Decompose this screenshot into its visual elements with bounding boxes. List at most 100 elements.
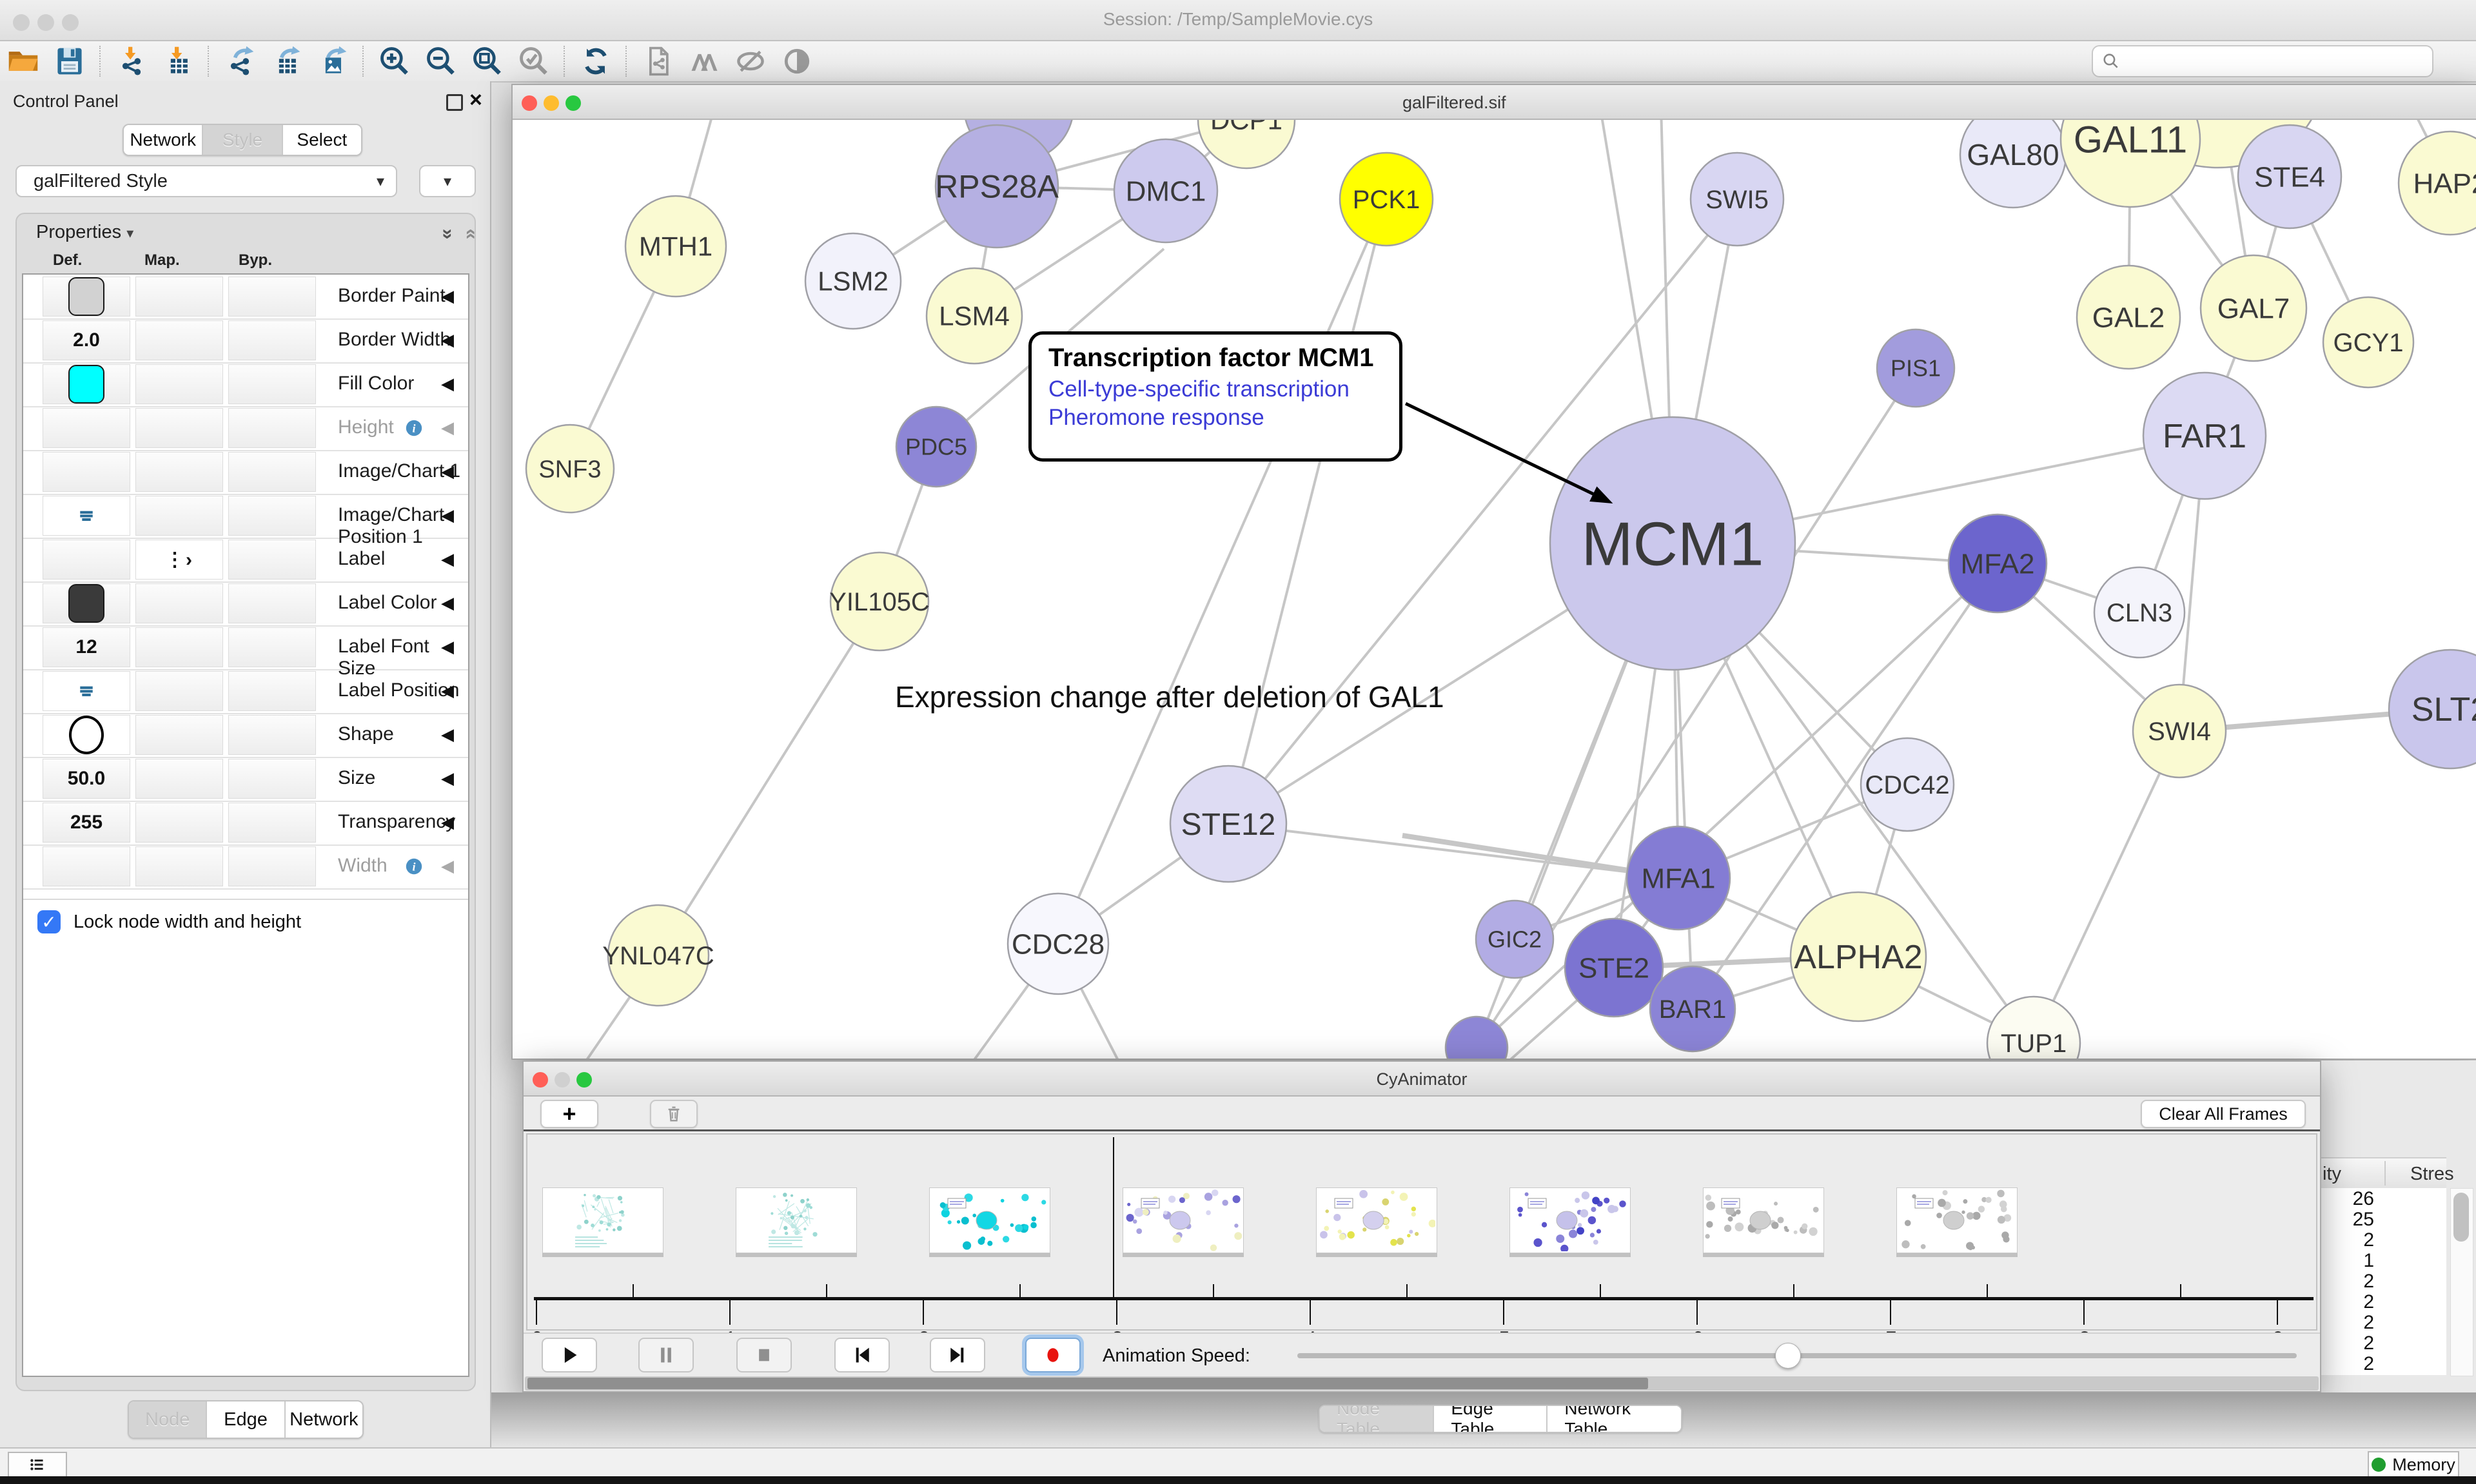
def-cell[interactable] (43, 408, 130, 448)
table-row[interactable]: 2 (2320, 1291, 2446, 1312)
import-table-icon[interactable] (155, 43, 201, 79)
network-canvas[interactable]: RPS28ADCP1DMC1MTH1LSM2LSM4PCK1SWI5GAL80G… (513, 120, 2476, 1059)
search-input[interactable] (2123, 50, 2432, 72)
annotation-link[interactable]: Cell-type-specific transcription (1048, 376, 1382, 402)
timeline-playhead[interactable] (1113, 1137, 1114, 1297)
expand-row-icon[interactable]: ◀ (441, 725, 454, 745)
scrollbar-thumb[interactable] (527, 1378, 1648, 1389)
tab-network[interactable]: Network (124, 125, 202, 155)
node-cut2[interactable] (1446, 1017, 1508, 1059)
copy-network-icon[interactable] (634, 43, 681, 79)
expand-row-icon[interactable]: ◀ (441, 637, 454, 657)
table-column-headers[interactable]: ity Stres (2320, 1157, 2446, 1191)
stop-button[interactable] (736, 1338, 792, 1372)
dock-tab-edge-table[interactable]: Edge Table (1433, 1406, 1546, 1432)
map-cell[interactable] (135, 320, 223, 360)
search-field[interactable] (2092, 45, 2433, 77)
timeline-horizontal-scrollbar[interactable] (525, 1376, 2319, 1391)
clear-all-frames-button[interactable]: Clear All Frames (2141, 1100, 2306, 1128)
zoom-in-icon[interactable] (371, 43, 418, 79)
def-cell[interactable] (43, 364, 130, 404)
close-icon[interactable]: × (469, 88, 482, 113)
import-network-icon[interactable] (108, 43, 155, 79)
properties-header[interactable]: Properties ▾ (36, 222, 133, 243)
table-row[interactable]: 2 (2320, 1333, 2446, 1353)
show-eye-icon[interactable] (774, 43, 820, 79)
map-cell[interactable]: ⋮› (135, 540, 223, 580)
frame-thumbnail-5s[interactable] (1509, 1187, 1631, 1253)
table-row[interactable]: 25 (2320, 1209, 2446, 1229)
expand-row-icon[interactable]: ◀ (441, 681, 454, 701)
add-frame-button[interactable]: + (540, 1100, 598, 1128)
map-cell[interactable] (135, 452, 223, 492)
expand-row-icon[interactable]: ◀ (441, 286, 454, 306)
byp-cell[interactable] (228, 364, 316, 404)
byp-cell[interactable] (228, 408, 316, 448)
expand-row-icon[interactable]: ◀ (441, 418, 454, 438)
frame-thumbnail-3s[interactable] (1123, 1187, 1244, 1253)
byp-cell[interactable] (228, 320, 316, 360)
map-cell[interactable] (135, 277, 223, 317)
table-vertical-scrollbar[interactable] (2450, 1188, 2473, 1376)
frame-thumbnail-7s[interactable] (1896, 1187, 2018, 1253)
delete-frame-button[interactable] (650, 1100, 698, 1128)
table-row[interactable]: 2 (2320, 1229, 2446, 1250)
canvas-note-text[interactable]: Expression change after deletion of GAL1 (895, 679, 1444, 714)
def-cell[interactable] (43, 540, 130, 580)
def-cell[interactable]: 2.0 (43, 320, 130, 360)
map-cell[interactable] (135, 496, 223, 536)
zoom-selected-icon[interactable] (511, 43, 557, 79)
frame-thumbnail-4s[interactable] (1316, 1187, 1437, 1253)
def-cell[interactable] (43, 671, 130, 711)
collapse-all-icon[interactable]: » (458, 229, 480, 240)
map-cell[interactable] (135, 846, 223, 886)
table-row[interactable]: 2 (2320, 1353, 2446, 1374)
column-header[interactable]: ity (2323, 1164, 2341, 1185)
table-row[interactable]: 2 (2320, 1312, 2446, 1333)
zoom-fit-icon[interactable] (464, 43, 511, 79)
open-session-icon[interactable] (0, 43, 46, 79)
def-cell[interactable]: 12 (43, 627, 130, 667)
expand-row-icon[interactable]: ◀ (441, 505, 454, 525)
expand-row-icon[interactable]: ◀ (441, 374, 454, 394)
animation-timeline[interactable]: Seconds 0123456789 (526, 1133, 2317, 1331)
def-cell[interactable] (43, 583, 130, 623)
frame-thumbnail-0s[interactable] (542, 1187, 663, 1253)
column-header[interactable]: Stres (2410, 1164, 2454, 1185)
info-icon[interactable]: i (402, 855, 426, 878)
export-network-icon[interactable] (217, 43, 263, 79)
task-history-button[interactable] (8, 1452, 67, 1478)
expand-row-icon[interactable]: ◀ (441, 768, 454, 788)
byp-cell[interactable] (228, 627, 316, 667)
skip-start-button[interactable] (834, 1338, 890, 1372)
def-cell[interactable] (43, 846, 130, 886)
def-cell[interactable] (43, 277, 130, 317)
tab-select[interactable]: Select (282, 125, 361, 155)
byp-cell[interactable] (228, 540, 316, 580)
byp-cell[interactable] (228, 759, 316, 799)
def-cell[interactable]: 50.0 (43, 759, 130, 799)
save-session-icon[interactable] (46, 43, 93, 79)
float-window-icon[interactable] (446, 94, 463, 111)
export-image-icon[interactable] (310, 43, 356, 79)
tab-edge[interactable]: Edge (206, 1401, 284, 1438)
style-selector[interactable]: galFiltered Style ▾ (15, 165, 397, 197)
byp-cell[interactable] (228, 715, 316, 755)
map-cell[interactable] (135, 627, 223, 667)
play-button[interactable] (542, 1338, 597, 1372)
def-cell[interactable] (43, 715, 130, 755)
expand-row-icon[interactable]: ◀ (441, 856, 454, 876)
column-divider[interactable] (2384, 1161, 2386, 1186)
zoom-icon[interactable] (565, 95, 581, 111)
tab-node[interactable]: Node (129, 1401, 206, 1438)
lock-size-checkbox[interactable]: ✓ (37, 910, 61, 933)
table-row[interactable]: 26 (2320, 1188, 2446, 1209)
byp-cell[interactable] (228, 671, 316, 711)
network-window-titlebar[interactable]: galFiltered.sif (513, 85, 2476, 120)
refresh-view-icon[interactable] (573, 43, 619, 79)
export-table-icon[interactable] (263, 43, 310, 79)
frame-thumbnail-2s[interactable] (929, 1187, 1050, 1253)
map-cell[interactable] (135, 759, 223, 799)
frame-thumbnail-6s[interactable] (1703, 1187, 1824, 1253)
annotation-box[interactable]: Transcription factor MCM1 Cell-type-spec… (1028, 331, 1402, 462)
